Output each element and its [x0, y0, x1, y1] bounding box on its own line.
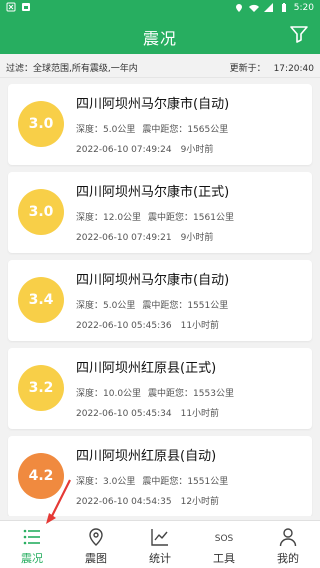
quake-details: 深度：10.0公里 震中距您：1553公里: [76, 386, 234, 399]
quake-distance: 震中距您：1565公里: [142, 125, 229, 135]
quake-details: 深度：3.0公里 震中距您：1551公里: [76, 474, 228, 487]
tab-quake-map[interactable]: 震图: [64, 521, 128, 568]
quake-location: 四川阿坝州马尔康市(正式): [76, 185, 230, 200]
quake-location: 四川阿坝州红原县(自动): [76, 449, 217, 464]
tab-profile[interactable]: 我的: [256, 521, 320, 568]
quake-time: 2022-06-10 05:45:36 11小时前: [76, 318, 219, 331]
chart-icon: [151, 529, 168, 546]
sos-icon: SOS: [215, 534, 234, 544]
quake-depth: 深度：3.0公里: [76, 477, 136, 487]
android-notification-icon: [22, 3, 30, 11]
magnitude-badge: 3.0: [18, 101, 64, 147]
tab-label: 统计: [149, 552, 171, 565]
page-title: 震况: [142, 29, 177, 48]
tab-label: 工具: [213, 552, 235, 565]
tab-statistics[interactable]: 统计: [128, 521, 192, 568]
update-label: 更新于：: [229, 64, 266, 74]
tab-quakes[interactable]: 震况: [0, 521, 64, 568]
app-notification-icon: [6, 2, 16, 12]
tab-label: 震图: [85, 552, 107, 565]
location-icon: [235, 4, 242, 12]
filter-summary-bar: 过滤：全球范围,所有震级,一年内 更新于： 17:20:40: [0, 54, 320, 78]
quake-time: 2022-06-10 04:54:35 12小时前: [76, 494, 219, 507]
quake-ago: 12小时前: [180, 497, 220, 507]
quake-ago: 9小时前: [180, 145, 214, 155]
quake-details: 深度：5.0公里 震中距您：1551公里: [76, 298, 228, 311]
quake-depth: 深度：10.0公里: [76, 389, 142, 399]
status-system: 5:20: [234, 2, 314, 14]
tab-tools[interactable]: SOS 工具: [192, 521, 256, 568]
magnitude-badge: 3.0: [18, 189, 64, 235]
quake-time: 2022-06-10 07:49:24 9小时前: [76, 142, 213, 155]
wifi-icon: [248, 4, 259, 12]
status-time: 5:20: [293, 3, 314, 13]
tab-label: 我的: [277, 552, 299, 565]
status-notifications: [6, 2, 31, 12]
quake-distance: 震中距您：1561公里: [148, 213, 234, 223]
app-header: 震况: [0, 16, 320, 54]
quake-datetime: 2022-06-10 04:54:35: [76, 497, 172, 507]
quake-depth: 深度：12.0公里: [76, 213, 142, 223]
quake-card[interactable]: 4.2 四川阿坝州红原县(自动) 深度：3.0公里 震中距您：1551公里 202…: [8, 436, 312, 516]
user-icon: [279, 528, 297, 547]
quake-ago: 11小时前: [180, 321, 220, 331]
quake-distance: 震中距您：1553公里: [148, 389, 234, 399]
tab-label: 震况: [21, 552, 43, 565]
battery-icon: [281, 3, 286, 12]
status-bar: 5:20: [0, 0, 320, 16]
quake-ago: 9小时前: [180, 233, 214, 243]
quake-ago: 11小时前: [180, 409, 220, 419]
quake-depth: 深度：5.0公里: [76, 125, 136, 135]
magnitude-badge: 3.2: [18, 365, 64, 411]
magnitude-badge: 4.2: [18, 453, 64, 499]
quake-distance: 震中距您：1551公里: [142, 301, 229, 311]
quake-time: 2022-06-10 05:45:34 11小时前: [76, 406, 219, 419]
quake-datetime: 2022-06-10 07:49:24: [76, 145, 172, 155]
quake-card[interactable]: 3.0 四川阿坝州马尔康市(正式) 深度：12.0公里 震中距您：1561公里 2…: [8, 172, 312, 253]
quake-location: 四川阿坝州马尔康市(自动): [76, 273, 230, 288]
signal-icon: [263, 3, 273, 12]
quake-card[interactable]: 3.2 四川阿坝州红原县(正式) 深度：10.0公里 震中距您：1553公里 20…: [8, 348, 312, 429]
magnitude-badge: 3.4: [18, 277, 64, 323]
earthquake-list[interactable]: 3.0 四川阿坝州马尔康市(自动) 深度：5.0公里 震中距您：1565公里 20…: [0, 78, 320, 516]
quake-details: 深度：12.0公里 震中距您：1561公里: [76, 210, 234, 223]
quake-card[interactable]: 3.4 四川阿坝州马尔康市(自动) 深度：5.0公里 震中距您：1551公里 20…: [8, 260, 312, 341]
quake-datetime: 2022-06-10 05:45:36: [76, 321, 172, 331]
quake-location: 四川阿坝州红原县(正式): [76, 361, 217, 376]
quake-depth: 深度：5.0公里: [76, 301, 136, 311]
quake-time: 2022-06-10 07:49:21 9小时前: [76, 230, 213, 243]
map-pin-icon: [89, 528, 103, 546]
filter-summary: 过滤：全球范围,所有震级,一年内: [6, 64, 138, 74]
quake-datetime: 2022-06-10 07:49:21: [76, 233, 172, 243]
update-info: 更新于： 17:20:40: [230, 61, 314, 74]
quake-datetime: 2022-06-10 05:45:34: [76, 409, 172, 419]
quake-card[interactable]: 3.0 四川阿坝州马尔康市(自动) 深度：5.0公里 震中距您：1565公里 20…: [8, 84, 312, 165]
bottom-tab-bar: 震况 震图 统计 SOS 工具 我的: [0, 520, 320, 568]
quake-distance: 震中距您：1551公里: [142, 477, 229, 487]
quake-details: 深度：5.0公里 震中距您：1565公里: [76, 122, 228, 135]
update-time: 17:20:40: [273, 64, 314, 74]
funnel-icon[interactable]: [288, 23, 310, 45]
list-icon: [23, 529, 40, 545]
svg-text:SOS: SOS: [215, 534, 234, 544]
quake-location: 四川阿坝州马尔康市(自动): [76, 97, 230, 112]
